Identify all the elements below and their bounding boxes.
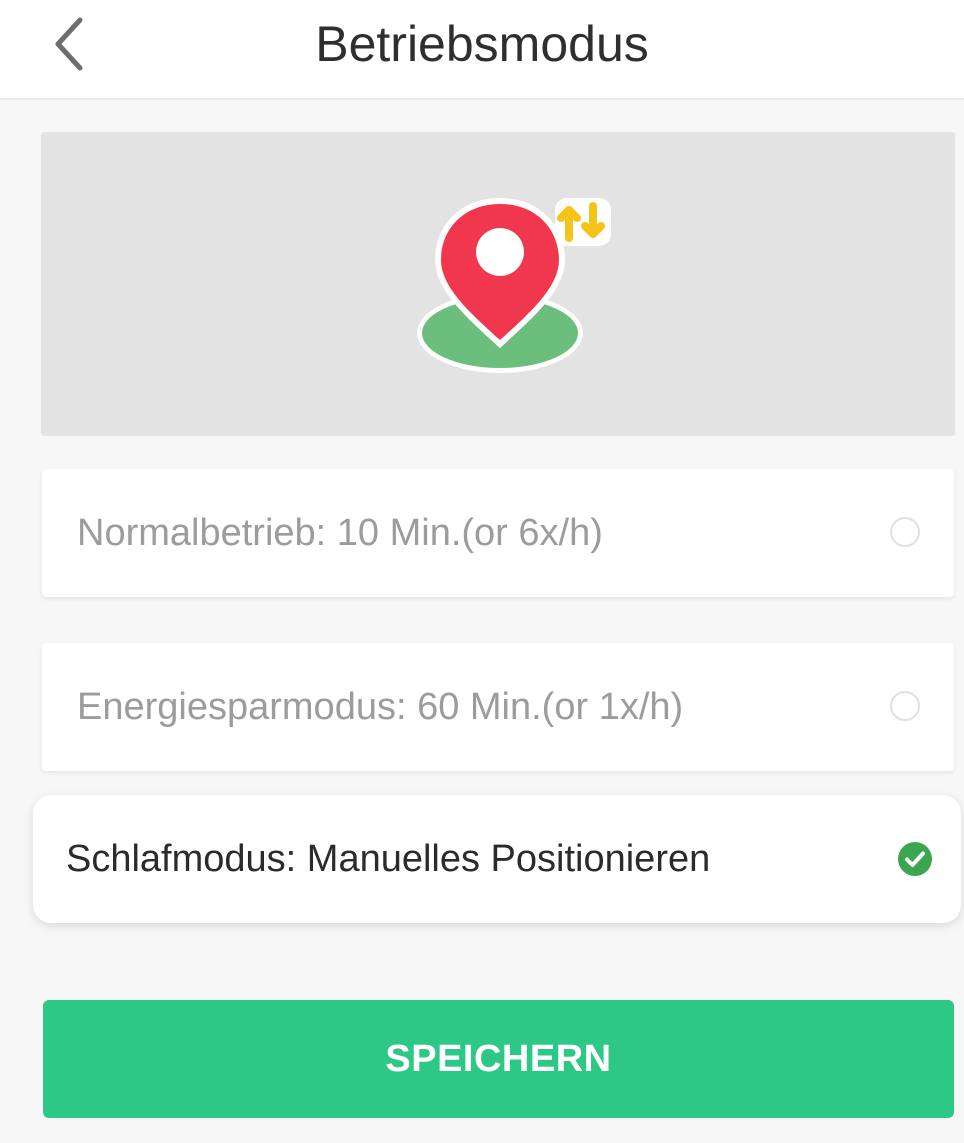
map-pin-switch-icon (417, 198, 611, 373)
option-normal-mode[interactable]: Normalbetrieb: 10 Min.(or 6x/h) (42, 469, 954, 597)
save-button[interactable]: SPEICHERN (43, 1000, 954, 1118)
top-bar: Betriebsmodus (0, 0, 964, 100)
page-title: Betriebsmodus (315, 16, 649, 72)
option-label: Energiesparmodus: 60 Min.(or 1x/h) (77, 686, 684, 728)
option-energy-saving-mode[interactable]: Energiesparmodus: 60 Min.(or 1x/h) (42, 643, 954, 771)
option-sleep-mode[interactable]: Schlafmodus: Manuelles Positionieren (33, 795, 961, 923)
radio-unselected-icon[interactable] (890, 517, 920, 547)
check-circle-icon[interactable] (897, 841, 933, 877)
option-label: Schlafmodus: Manuelles Positionieren (66, 838, 711, 880)
radio-unselected-icon[interactable] (890, 691, 920, 721)
option-label: Normalbetrieb: 10 Min.(or 6x/h) (77, 512, 603, 554)
